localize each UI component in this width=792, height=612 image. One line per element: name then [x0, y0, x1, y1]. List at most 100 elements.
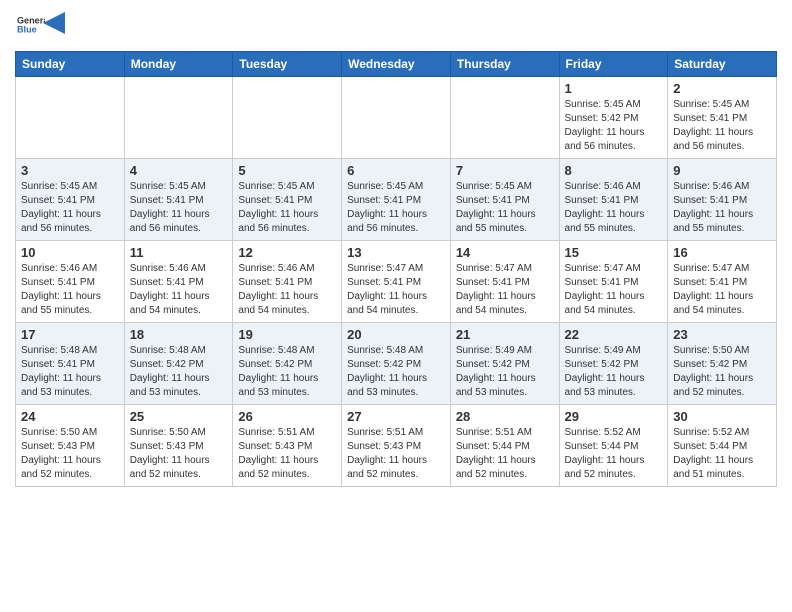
calendar-cell: 23Sunrise: 5:50 AM Sunset: 5:42 PM Dayli…: [668, 323, 777, 405]
calendar-header-thursday: Thursday: [450, 52, 559, 77]
day-info: Sunrise: 5:45 AM Sunset: 5:41 PM Dayligh…: [456, 180, 554, 236]
day-number: 4: [130, 163, 228, 178]
calendar-week-5: 24Sunrise: 5:50 AM Sunset: 5:43 PM Dayli…: [16, 405, 777, 487]
calendar-cell: 3 Sunrise: 5:45 AM Sunset: 5:41 PM Daylig…: [16, 159, 125, 241]
day-number: 12: [238, 245, 336, 260]
calendar-header-monday: Monday: [124, 52, 233, 77]
calendar-cell: 2 Sunrise: 5:45 AM Sunset: 5:41 PM Daylig…: [668, 77, 777, 159]
day-number: 29: [565, 409, 663, 424]
day-number: 22: [565, 327, 663, 342]
day-number: 20: [347, 327, 445, 342]
calendar-cell: [16, 77, 125, 159]
svg-text:Blue: Blue: [17, 24, 37, 34]
header: General Blue: [15, 10, 777, 43]
day-info: Sunrise: 5:49 AM Sunset: 5:42 PM Dayligh…: [456, 344, 554, 400]
calendar-header-sunday: Sunday: [16, 52, 125, 77]
day-info: Sunrise: 5:50 AM Sunset: 5:42 PM Dayligh…: [673, 344, 771, 400]
day-info: Sunrise: 5:48 AM Sunset: 5:42 PM Dayligh…: [130, 344, 228, 400]
day-info: Sunrise: 5:49 AM Sunset: 5:42 PM Dayligh…: [565, 344, 663, 400]
day-number: 19: [238, 327, 336, 342]
calendar-header-friday: Friday: [559, 52, 668, 77]
logo-arrow-icon: [43, 12, 65, 34]
day-number: 21: [456, 327, 554, 342]
calendar-cell: 22 Sunrise: 5:49 AM Sunset: 5:42 PM Dayli…: [559, 323, 668, 405]
calendar-cell: 19 Sunrise: 5:48 AM Sunset: 5:42 PM Dayli…: [233, 323, 342, 405]
calendar-cell: 9Sunrise: 5:46 AM Sunset: 5:41 PM Daylig…: [668, 159, 777, 241]
calendar-cell: 24Sunrise: 5:50 AM Sunset: 5:43 PM Dayli…: [16, 405, 125, 487]
logo-icon: General Blue: [17, 10, 45, 38]
day-number: 26: [238, 409, 336, 424]
day-info: Sunrise: 5:46 AM Sunset: 5:41 PM Dayligh…: [130, 262, 228, 318]
calendar-cell: 5 Sunrise: 5:45 AM Sunset: 5:41 PM Daylig…: [233, 159, 342, 241]
day-number: 2: [673, 81, 771, 96]
calendar-cell: 26 Sunrise: 5:51 AM Sunset: 5:43 PM Dayli…: [233, 405, 342, 487]
calendar-cell: 30 Sunrise: 5:52 AM Sunset: 5:44 PM Dayli…: [668, 405, 777, 487]
day-info: Sunrise: 5:45 AM Sunset: 5:41 PM Dayligh…: [673, 98, 771, 154]
day-number: 6: [347, 163, 445, 178]
day-number: 28: [456, 409, 554, 424]
day-info: Sunrise: 5:45 AM Sunset: 5:41 PM Dayligh…: [238, 180, 336, 236]
calendar-cell: 15Sunrise: 5:47 AM Sunset: 5:41 PM Dayli…: [559, 241, 668, 323]
day-info: Sunrise: 5:52 AM Sunset: 5:44 PM Dayligh…: [673, 426, 771, 482]
calendar-header-row: SundayMondayTuesdayWednesdayThursdayFrid…: [16, 52, 777, 77]
calendar-week-2: 3 Sunrise: 5:45 AM Sunset: 5:41 PM Daylig…: [16, 159, 777, 241]
calendar-cell: 13 Sunrise: 5:47 AM Sunset: 5:41 PM Dayli…: [342, 241, 451, 323]
day-info: Sunrise: 5:45 AM Sunset: 5:41 PM Dayligh…: [130, 180, 228, 236]
calendar-cell: 1 Sunrise: 5:45 AM Sunset: 5:42 PM Daylig…: [559, 77, 668, 159]
calendar-cell: 27 Sunrise: 5:51 AM Sunset: 5:43 PM Dayli…: [342, 405, 451, 487]
day-number: 27: [347, 409, 445, 424]
calendar-cell: 12 Sunrise: 5:46 AM Sunset: 5:41 PM Dayli…: [233, 241, 342, 323]
day-number: 7: [456, 163, 554, 178]
calendar-cell: 4 Sunrise: 5:45 AM Sunset: 5:41 PM Daylig…: [124, 159, 233, 241]
calendar-cell: 6 Sunrise: 5:45 AM Sunset: 5:41 PM Daylig…: [342, 159, 451, 241]
calendar-cell: 29 Sunrise: 5:52 AM Sunset: 5:44 PM Dayli…: [559, 405, 668, 487]
calendar-week-1: 1 Sunrise: 5:45 AM Sunset: 5:42 PM Daylig…: [16, 77, 777, 159]
day-info: Sunrise: 5:51 AM Sunset: 5:44 PM Dayligh…: [456, 426, 554, 482]
day-number: 5: [238, 163, 336, 178]
day-info: Sunrise: 5:46 AM Sunset: 5:41 PM Dayligh…: [238, 262, 336, 318]
calendar-cell: 14Sunrise: 5:47 AM Sunset: 5:41 PM Dayli…: [450, 241, 559, 323]
calendar-cell: 17 Sunrise: 5:48 AM Sunset: 5:41 PM Dayli…: [16, 323, 125, 405]
logo: General Blue: [15, 10, 65, 43]
day-number: 16: [673, 245, 771, 260]
calendar-cell: [450, 77, 559, 159]
day-info: Sunrise: 5:46 AM Sunset: 5:41 PM Dayligh…: [565, 180, 663, 236]
day-number: 17: [21, 327, 119, 342]
calendar-cell: 21 Sunrise: 5:49 AM Sunset: 5:42 PM Dayli…: [450, 323, 559, 405]
calendar-week-4: 17 Sunrise: 5:48 AM Sunset: 5:41 PM Dayli…: [16, 323, 777, 405]
day-number: 18: [130, 327, 228, 342]
calendar-cell: 18 Sunrise: 5:48 AM Sunset: 5:42 PM Dayli…: [124, 323, 233, 405]
day-info: Sunrise: 5:45 AM Sunset: 5:41 PM Dayligh…: [347, 180, 445, 236]
day-info: Sunrise: 5:51 AM Sunset: 5:43 PM Dayligh…: [238, 426, 336, 482]
calendar-table: SundayMondayTuesdayWednesdayThursdayFrid…: [15, 51, 777, 487]
calendar-cell: 28 Sunrise: 5:51 AM Sunset: 5:44 PM Dayli…: [450, 405, 559, 487]
day-info: Sunrise: 5:45 AM Sunset: 5:41 PM Dayligh…: [21, 180, 119, 236]
day-info: Sunrise: 5:47 AM Sunset: 5:41 PM Dayligh…: [673, 262, 771, 318]
day-info: Sunrise: 5:46 AM Sunset: 5:41 PM Dayligh…: [21, 262, 119, 318]
calendar-cell: 11Sunrise: 5:46 AM Sunset: 5:41 PM Dayli…: [124, 241, 233, 323]
day-info: Sunrise: 5:47 AM Sunset: 5:41 PM Dayligh…: [347, 262, 445, 318]
calendar-cell: [233, 77, 342, 159]
day-info: Sunrise: 5:52 AM Sunset: 5:44 PM Dayligh…: [565, 426, 663, 482]
day-number: 25: [130, 409, 228, 424]
calendar-cell: [342, 77, 451, 159]
day-info: Sunrise: 5:51 AM Sunset: 5:43 PM Dayligh…: [347, 426, 445, 482]
day-info: Sunrise: 5:45 AM Sunset: 5:42 PM Dayligh…: [565, 98, 663, 154]
calendar-header-tuesday: Tuesday: [233, 52, 342, 77]
day-info: Sunrise: 5:50 AM Sunset: 5:43 PM Dayligh…: [21, 426, 119, 482]
day-info: Sunrise: 5:48 AM Sunset: 5:42 PM Dayligh…: [347, 344, 445, 400]
day-info: Sunrise: 5:47 AM Sunset: 5:41 PM Dayligh…: [456, 262, 554, 318]
calendar-header-saturday: Saturday: [668, 52, 777, 77]
day-info: Sunrise: 5:50 AM Sunset: 5:43 PM Dayligh…: [130, 426, 228, 482]
page: General Blue SundayMondayTuesdayWednesda…: [0, 0, 792, 497]
day-number: 13: [347, 245, 445, 260]
calendar-cell: 25 Sunrise: 5:50 AM Sunset: 5:43 PM Dayli…: [124, 405, 233, 487]
day-info: Sunrise: 5:48 AM Sunset: 5:41 PM Dayligh…: [21, 344, 119, 400]
day-info: Sunrise: 5:47 AM Sunset: 5:41 PM Dayligh…: [565, 262, 663, 318]
day-number: 3: [21, 163, 119, 178]
calendar-header-wednesday: Wednesday: [342, 52, 451, 77]
day-info: Sunrise: 5:48 AM Sunset: 5:42 PM Dayligh…: [238, 344, 336, 400]
day-number: 30: [673, 409, 771, 424]
day-number: 9: [673, 163, 771, 178]
day-number: 1: [565, 81, 663, 96]
